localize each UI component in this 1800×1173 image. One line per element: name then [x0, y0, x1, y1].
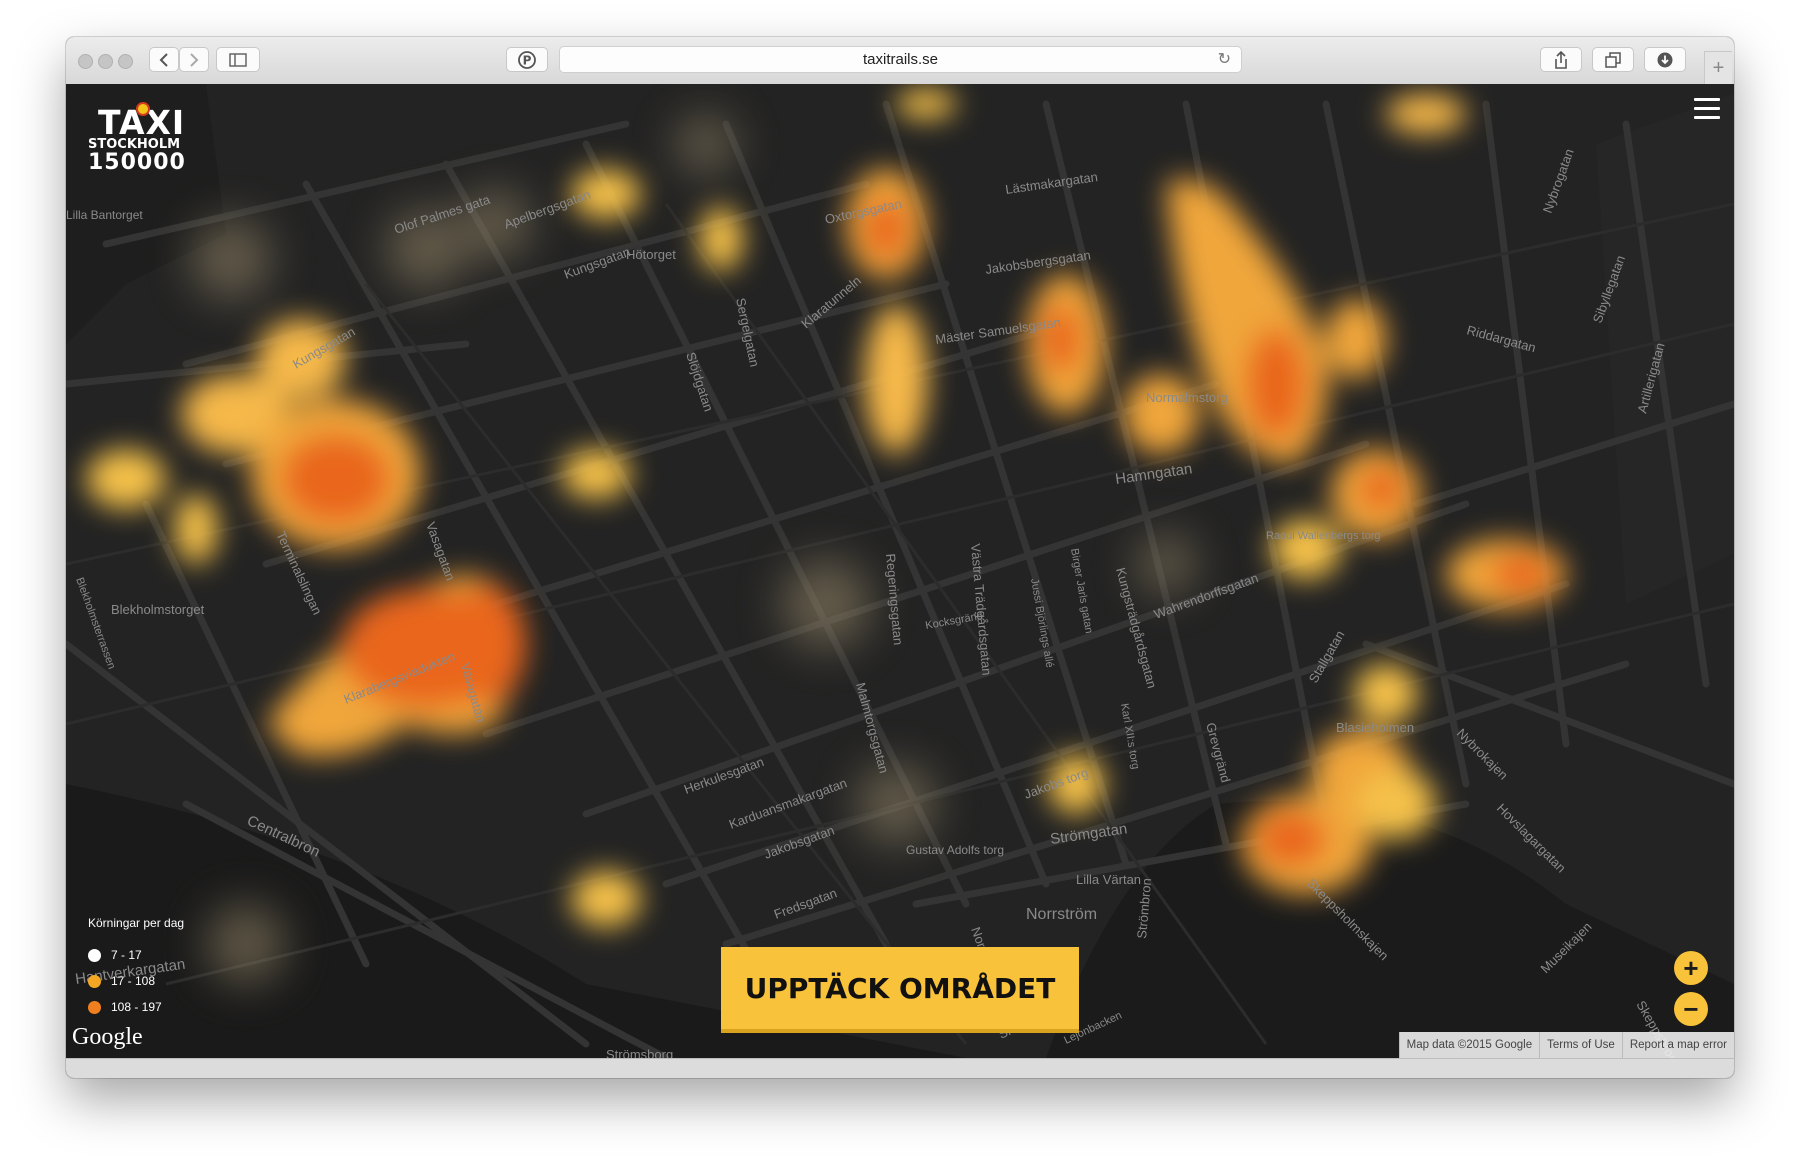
legend-dot-icon: [88, 974, 101, 988]
street-label: Norrström: [1026, 906, 1097, 923]
discover-area-button[interactable]: UPPTÄCK OMRÅDET: [721, 947, 1079, 1033]
chevron-left-icon: [159, 52, 168, 67]
downloads-button[interactable]: [1644, 47, 1686, 72]
street-label: Strömsborg: [606, 1047, 673, 1058]
tabs-button[interactable]: [1592, 47, 1634, 72]
crown-icon: [136, 102, 150, 116]
legend-label: 17 - 108: [111, 974, 156, 988]
legend-item: 17 - 108: [88, 968, 184, 994]
sidebar-toggle-button[interactable]: [216, 47, 260, 72]
legend-label: 108 - 197: [111, 1000, 162, 1014]
share-icon: [1555, 50, 1567, 69]
zoom-window-button[interactable]: [118, 54, 133, 69]
street-label: Gustav Adolfs torg: [906, 843, 1004, 857]
report-error-link[interactable]: Report a map error: [1621, 1032, 1734, 1058]
terms-link[interactable]: Terms of Use: [1539, 1032, 1622, 1058]
street-label: Blasieholmen: [1336, 720, 1414, 735]
zoom-out-button[interactable]: −: [1674, 992, 1708, 1026]
map-data-label: Map data ©2015 Google: [1398, 1032, 1540, 1058]
legend-title: Körningar per dag: [88, 916, 185, 930]
pinterest-icon: P: [518, 50, 536, 69]
new-tab-button[interactable]: +: [1704, 51, 1732, 84]
url-text: taxitrails.se: [862, 51, 939, 68]
download-icon: [1657, 52, 1673, 67]
street-label: Raoul Wallenbergs torg: [1266, 530, 1381, 542]
legend-label: 7 - 17: [111, 948, 142, 962]
map-attribution: Map data ©2015 Google Terms of Use Repor…: [1398, 1032, 1734, 1058]
street-label: Normalmstorg: [1146, 390, 1228, 405]
pinterest-button[interactable]: P: [506, 47, 548, 72]
google-logo[interactable]: Google: [72, 1024, 143, 1051]
zoom-in-button[interactable]: +: [1674, 951, 1708, 985]
share-button[interactable]: [1540, 47, 1582, 72]
street-label: Blekholmstorget: [111, 602, 205, 617]
logo-line3: 150000: [88, 150, 186, 175]
address-bar[interactable]: taxitrails.se ↻: [559, 46, 1242, 73]
street-label: Lilla Bantorget: [66, 208, 143, 222]
street-label: Hötorget: [626, 247, 676, 262]
browser-bottom-bar: [66, 1058, 1734, 1078]
svg-text:P: P: [523, 53, 532, 67]
legend-item: 108 - 197: [88, 994, 184, 1020]
taxi-stockholm-logo[interactable]: TAXI STOCKHOLM 150000: [88, 102, 208, 175]
sidebar-icon: [229, 52, 247, 67]
chevron-right-icon: [190, 52, 199, 67]
browser-window: P taxitrails.se ↻ + Olof Palmes gata Ape…: [66, 37, 1734, 1078]
legend-dot-icon: [88, 948, 101, 962]
legend-dot-icon: [88, 1000, 101, 1014]
reload-icon[interactable]: ↻: [1218, 47, 1231, 72]
forward-button[interactable]: [179, 47, 209, 72]
legend: Körningar per dag 7 - 17 17 - 108 108 - …: [88, 916, 184, 1020]
heatmap-map[interactable]: Olof Palmes gata Apelbergsgatan Kungsgat…: [66, 84, 1734, 1058]
plus-icon: +: [1712, 56, 1725, 79]
street-label: Lilla Värtan: [1076, 872, 1141, 887]
hamburger-menu-icon[interactable]: [1694, 98, 1720, 120]
tabs-icon: [1605, 51, 1621, 68]
close-window-button[interactable]: [78, 54, 93, 69]
map-canvas[interactable]: Olof Palmes gata Apelbergsgatan Kungsgat…: [66, 84, 1734, 1058]
minimize-window-button[interactable]: [98, 54, 113, 69]
browser-toolbar: P taxitrails.se ↻ +: [66, 37, 1734, 85]
legend-item: 7 - 17: [88, 942, 184, 968]
back-button[interactable]: [149, 47, 179, 72]
